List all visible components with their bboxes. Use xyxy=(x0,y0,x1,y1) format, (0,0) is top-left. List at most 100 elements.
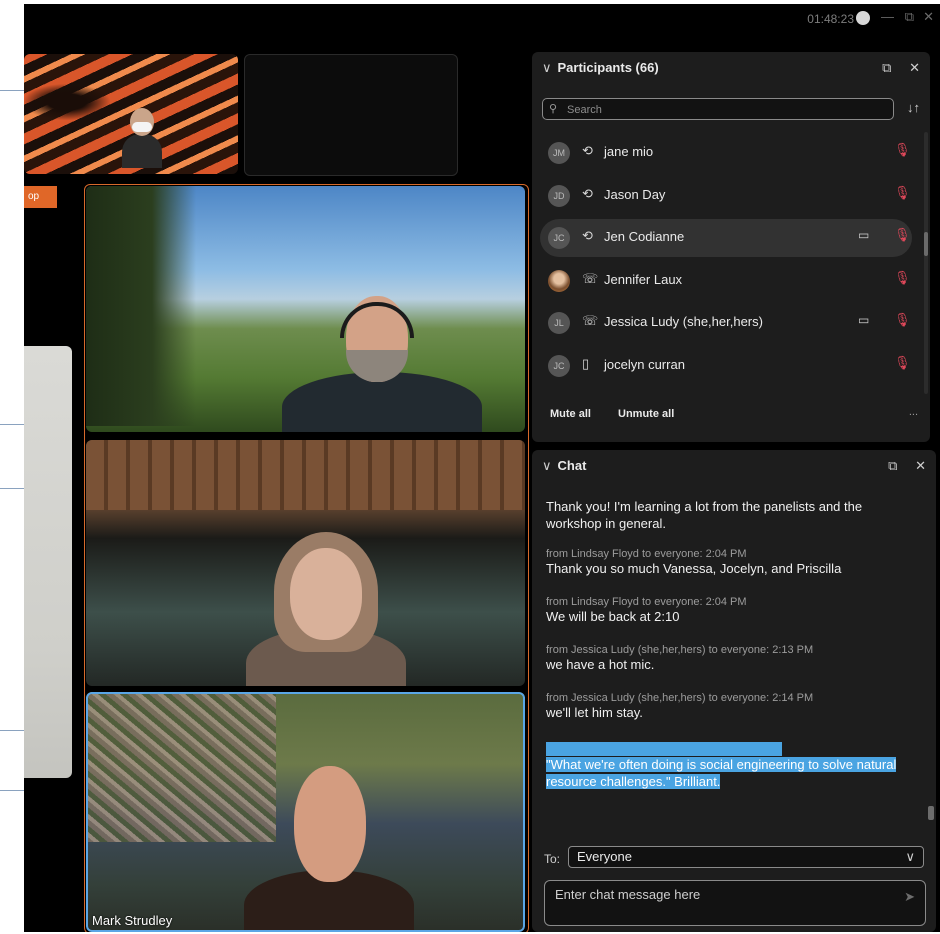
external-guide-line xyxy=(0,730,24,731)
participant-video xyxy=(282,296,482,432)
message-meta: from Lindsay Floyd to everyone: 2:04 PM xyxy=(546,596,747,608)
message-meta: from Lindsay Floyd to everyone: 2:04 PM xyxy=(546,548,747,560)
meeting-timer: 01:48:23 xyxy=(807,12,854,26)
avatar: JL xyxy=(548,312,570,335)
chat-header[interactable]: ∨ Chat xyxy=(542,458,586,474)
external-guide-line xyxy=(0,790,24,791)
headset-icon: ⟲ xyxy=(582,143,593,158)
chat-scrollbar[interactable] xyxy=(928,490,934,830)
close-icon[interactable]: ✕ xyxy=(923,9,934,25)
user-avatar-icon[interactable] xyxy=(856,11,870,25)
participants-panel: ∨ Participants (66) ⧉ ✕ ⚲ ↓↑ JM ⟲ jane mi… xyxy=(532,52,930,442)
mic-muted-icon[interactable]: 🎙 xyxy=(894,355,911,371)
participant-name: Jason Day xyxy=(604,186,666,202)
sort-icon[interactable]: ↓↑ xyxy=(907,100,920,115)
avatar: JD xyxy=(548,184,570,207)
participants-list: JM ⟲ jane mio 🎙 JD ⟲ Jason Day 🎙 JC ⟲ Je… xyxy=(532,132,930,402)
chat-message: from Lindsay Floyd to everyone: 2:04 PM … xyxy=(546,548,906,577)
camera-icon[interactable]: ▭ xyxy=(858,313,869,327)
avatar: JC xyxy=(548,354,570,377)
message-text: Thank you! I'm learning a lot from the p… xyxy=(546,499,863,531)
chat-message-selected: "What we're often doing is social engine… xyxy=(546,742,906,790)
video-tile-masked-participant[interactable] xyxy=(24,54,238,174)
side-tab[interactable]: op xyxy=(24,186,57,208)
message-meta xyxy=(546,742,782,756)
send-icon[interactable]: ➤ xyxy=(904,889,915,905)
mic-muted-icon[interactable]: 🎙 xyxy=(894,185,911,201)
participants-scrollbar[interactable] xyxy=(924,132,928,394)
participant-name: jocelyn curran xyxy=(604,356,685,372)
avatar: JM xyxy=(548,142,570,164)
external-guide-line xyxy=(0,488,24,489)
chat-title: Chat xyxy=(557,458,587,473)
participants-title: Participants (66) xyxy=(557,60,659,75)
participant-video xyxy=(244,766,414,932)
minimize-icon[interactable]: — xyxy=(881,9,894,24)
restore-icon[interactable]: ⧉ xyxy=(905,9,914,25)
message-meta: from Jessica Ludy (she,her,hers) to ever… xyxy=(546,692,814,704)
message-text: We will be back at 2:10 xyxy=(546,609,680,624)
search-input[interactable] xyxy=(565,101,889,119)
chat-panel: ∨ Chat ⧉ ✕ Thank you! I'm learning a lot … xyxy=(532,450,936,932)
mic-muted-icon[interactable]: 🎙 xyxy=(894,312,911,328)
phone-icon: ☏ xyxy=(582,313,599,329)
chevron-down-icon[interactable]: ∨ xyxy=(542,458,552,473)
chat-message: from Lindsay Floyd to everyone: 2:04 PM … xyxy=(546,596,906,625)
list-item[interactable]: JC ⟲ Jen Codianne ▭ 🎙 xyxy=(532,217,930,260)
chat-message-input[interactable] xyxy=(553,885,897,925)
chat-message: from Jessica Ludy (she,her,hers) to ever… xyxy=(546,692,906,721)
search-icon: ⚲ xyxy=(549,103,558,115)
list-item[interactable]: ☏ Jennifer Laux 🎙 xyxy=(532,260,930,303)
participant-name: Jessica Ludy (she,her,hers) xyxy=(604,314,763,330)
list-item[interactable]: JM ⟲ jane mio 🎙 xyxy=(532,132,930,175)
recipient-select[interactable]: Everyone ∨ xyxy=(568,846,924,868)
message-text: "What we're often doing is social engine… xyxy=(546,757,897,789)
chat-message: from Jessica Ludy (she,her,hers) to ever… xyxy=(546,644,906,673)
headset-icon: ⟲ xyxy=(582,185,593,201)
video-tile-empty[interactable] xyxy=(244,54,458,176)
list-item[interactable]: JC ▯ jocelyn curran 🎙 xyxy=(532,345,930,388)
headset-icon: ⟲ xyxy=(582,228,593,244)
mic-muted-icon[interactable]: 🎙 xyxy=(894,227,911,243)
video-tile-aerial-view[interactable]: Mark Strudley xyxy=(86,692,525,932)
more-options-icon[interactable]: ... xyxy=(909,406,918,418)
participant-name: jane mio xyxy=(604,144,654,159)
participant-name: Jen Codianne xyxy=(604,229,685,245)
message-meta: from Jessica Ludy (she,her,hers) to ever… xyxy=(546,644,814,656)
recipient-value: Everyone xyxy=(577,849,632,864)
participants-header[interactable]: ∨ Participants (66) xyxy=(542,60,659,76)
close-icon[interactable]: ✕ xyxy=(915,458,926,473)
recipient-label: To: xyxy=(544,852,561,866)
chat-message: Thank you! I'm learning a lot from the p… xyxy=(546,498,906,532)
close-icon[interactable]: ✕ xyxy=(909,60,920,75)
mobile-icon: ▯ xyxy=(582,355,590,371)
camera-icon[interactable]: ▭ xyxy=(858,228,869,242)
unmute-all-button[interactable]: Unmute all xyxy=(618,408,674,420)
video-tile-porch[interactable] xyxy=(86,440,525,686)
avatar xyxy=(548,269,570,292)
list-item[interactable]: JL ☏ Jessica Ludy (she,her,hers) ▭ 🎙 xyxy=(532,302,930,345)
chevron-down-icon[interactable]: ∨ xyxy=(542,60,552,75)
message-text: we have a hot mic. xyxy=(546,657,655,672)
chat-input-box[interactable]: ➤ xyxy=(544,880,926,926)
external-guide-line xyxy=(0,424,24,425)
participant-name: Jennifer Laux xyxy=(604,271,683,287)
external-guide-line xyxy=(0,90,24,91)
popout-icon[interactable]: ⧉ xyxy=(888,458,897,473)
message-text: we'll let him stay. xyxy=(546,705,643,720)
participant-search[interactable]: ⚲ xyxy=(542,98,894,120)
meeting-window: 01:48:23 — ⧉ ✕ op Mark Strudley ∨ Partic… xyxy=(24,4,940,932)
mute-all-button[interactable]: Mute all xyxy=(550,408,591,420)
list-item[interactable]: JD ⟲ Jason Day 🎙 xyxy=(532,175,930,218)
participant-video xyxy=(122,108,162,168)
message-text: Thank you so much Vanessa, Jocelyn, and … xyxy=(546,561,842,576)
video-tile-hiking-trail[interactable] xyxy=(86,186,525,432)
popout-icon[interactable]: ⧉ xyxy=(882,60,891,75)
shared-content-preview[interactable] xyxy=(24,346,72,778)
participant-video xyxy=(246,532,406,686)
phone-icon: ☏ xyxy=(582,270,599,286)
mic-muted-icon[interactable]: 🎙 xyxy=(894,142,911,158)
mic-muted-icon[interactable]: 🎙 xyxy=(894,270,911,286)
participant-name-label: Mark Strudley xyxy=(92,913,173,928)
title-bar: 01:48:23 — ⧉ ✕ xyxy=(24,4,940,34)
